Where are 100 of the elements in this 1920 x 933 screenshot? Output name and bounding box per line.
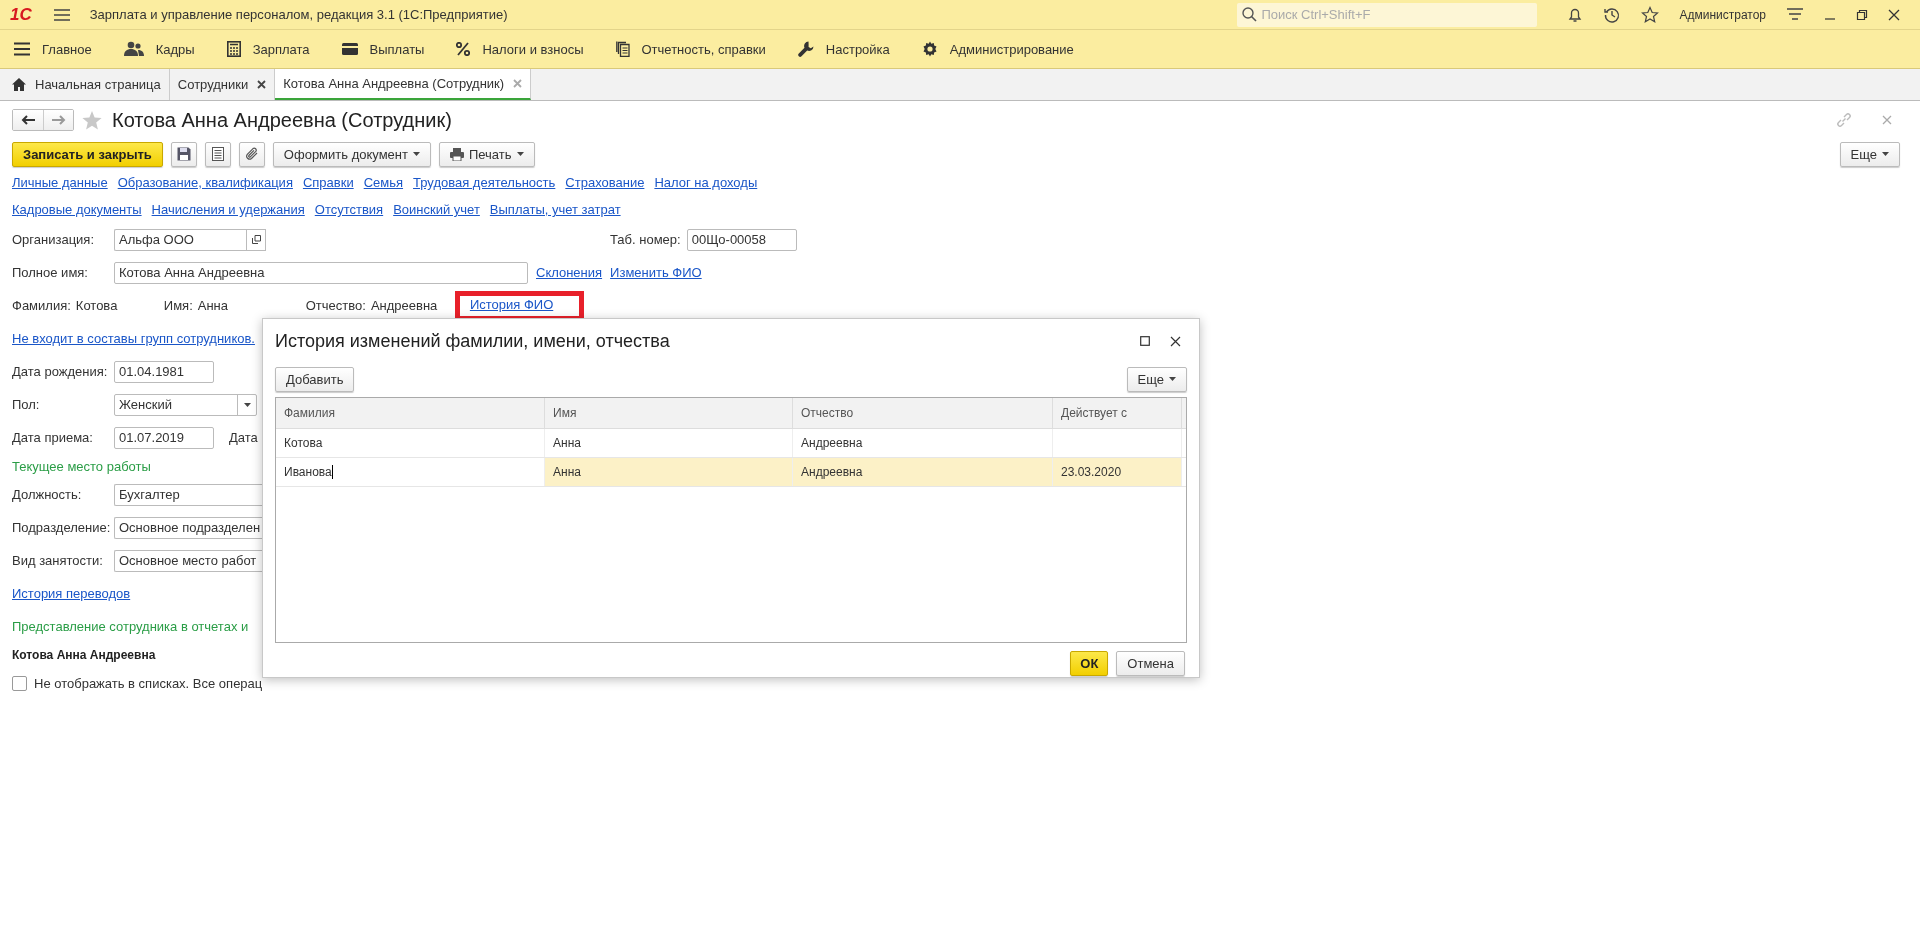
column-header[interactable]: Действует с [1053,398,1182,428]
tab[interactable]: Начальная страница [4,69,170,100]
field-label: Фамилия: [12,298,71,313]
menu-icon[interactable] [53,8,70,21]
section-link[interactable]: Страхование [565,175,645,190]
section-item[interactable]: Выплаты [341,41,425,57]
list-icon [211,147,224,161]
section-link[interactable]: Кадровые документы [12,202,142,217]
section-link[interactable]: Личные данные [12,175,108,190]
search-icon [1242,6,1258,22]
field-label: Таб. номер: [610,232,681,247]
table-cell: Анна [553,436,581,450]
search-field[interactable]: Поиск Ctrl+Shift+F [1237,2,1538,27]
form-title: Котова Анна Андреевна (Сотрудник) [112,108,452,132]
section-item[interactable]: Администрирование [921,41,1074,57]
section-link[interactable]: Воинский учет [393,202,480,217]
settings-menu-icon[interactable] [1786,7,1804,22]
more-button[interactable]: Еще [1839,141,1900,167]
arrow-right-icon [51,115,66,125]
paperclip-icon [244,147,259,161]
section-item[interactable]: Настройка [797,41,890,57]
section-link[interactable]: Справки [302,175,354,190]
list-button[interactable] [204,141,231,167]
column-header[interactable]: Имя [545,398,793,428]
make-document-button[interactable]: Оформить документ [272,141,431,167]
save-button[interactable] [170,141,197,167]
caret-icon [1882,152,1889,156]
name-link[interactable]: Склонения [536,265,603,280]
open-icon [251,235,261,244]
save-close-button[interactable]: Записать и закрыть [12,141,163,167]
name-link[interactable]: Изменить ФИО [610,265,702,280]
more-button[interactable]: Еще [1126,366,1187,392]
checkbox-label: Не отображать в списках. Все операц [34,676,263,691]
column-header[interactable]: Фамилия [276,398,545,428]
input-field[interactable]: Основное подразделен [114,516,264,539]
section-link[interactable]: Образование, квалификация [117,175,293,190]
caret-icon [412,152,420,156]
close-icon[interactable] [1888,8,1900,21]
app-logo[interactable]: 1С [10,4,32,25]
organization-field[interactable]: Альфа ООО [114,228,246,251]
section-item[interactable]: Зарплата [226,41,310,57]
table-cell-text: Андреевна [801,465,864,479]
caret-icon [1169,377,1176,381]
field-label: Имя: [163,298,193,313]
date-field[interactable]: 01.04.1981 [114,360,214,383]
star-icon[interactable] [82,110,102,130]
transfers-link[interactable]: История переводов [12,586,131,601]
field-value: Котова [75,298,119,313]
open-button[interactable] [246,228,266,251]
card-icon [341,43,358,55]
history-icon[interactable] [1603,5,1622,24]
history-link[interactable]: История ФИО [469,296,554,312]
maximize-icon[interactable] [1140,336,1150,346]
field-label: Дата рождения: [12,364,109,379]
ok-button[interactable]: ОК [1070,651,1109,676]
add-button[interactable]: Добавить [275,366,355,392]
star-icon[interactable] [1641,5,1660,24]
section-heading: Текущее место работы [12,458,151,474]
section-link[interactable]: Налог на доходы [654,175,758,190]
tab[interactable]: Котова Анна Андреевна (Сотрудник) [275,69,532,100]
table-cell: Котова [284,436,323,450]
section-item[interactable]: Кадры [123,41,195,57]
field-label: Пол: [12,397,41,412]
close-icon[interactable] [257,80,267,89]
section-link[interactable]: Выплаты, учет затрат [489,202,621,217]
close-icon[interactable] [1170,335,1181,347]
section-link[interactable]: Отсутствия [314,202,384,217]
print-button[interactable]: Печать [438,141,535,167]
percent-icon [456,42,471,56]
input-field[interactable]: Основное место работ [114,549,264,572]
wrench-icon [797,41,814,57]
user-name[interactable]: Администратор [1679,7,1766,22]
section-item[interactable]: Отчетность, справки [615,41,766,57]
table-cell: Иванова [284,465,332,479]
checkbox[interactable] [12,676,27,691]
full-name-field[interactable]: Котова Анна Андреевна [114,261,528,284]
section-item[interactable]: Налоги и взносы [456,41,584,57]
table-cell-text: Анна [553,465,582,479]
tab-number-field[interactable]: 00Що-00058 [686,228,797,251]
select-field[interactable]: Женский [114,393,257,416]
home-icon [12,78,26,91]
section-link[interactable]: Начисления и удержания [151,202,305,217]
cancel-button[interactable]: Отмена [1116,651,1185,676]
section-link[interactable]: Трудовая деятельность [413,175,556,190]
field-label: Дата приема: [12,430,94,445]
column-header[interactable]: Отчество [793,398,1053,428]
field-label: Дата [229,430,258,445]
bell-icon[interactable] [1567,6,1584,23]
section-link[interactable]: Семья [363,175,404,190]
section-item[interactable]: Главное [14,41,92,57]
restore-icon[interactable] [1856,8,1868,21]
groups-link[interactable]: Не входит в составы групп сотрудников. [12,331,255,346]
field-label: Подразделение: [12,520,112,535]
attach-button[interactable] [238,141,265,167]
input-field[interactable]: Бухгалтер [114,483,264,506]
table-row[interactable]: Иванова Анна Андреевна 23.03.2020 [276,458,1186,487]
arrow-left-icon [21,115,35,125]
date-field[interactable]: 01.07.2019 [114,426,214,449]
back-button[interactable] [13,110,43,130]
table-cell-text: 23.03.2020 [1061,465,1123,479]
